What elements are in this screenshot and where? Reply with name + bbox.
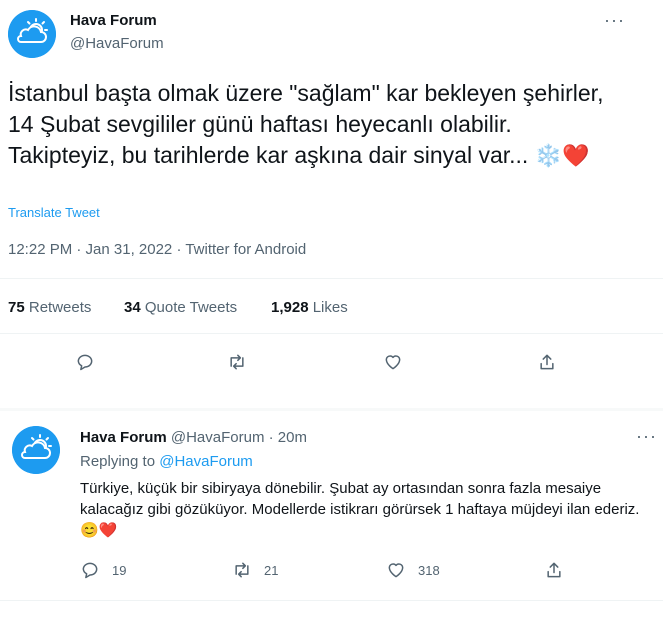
weather-logo-icon [8,10,56,58]
like-icon [388,563,404,578]
reply-share-button[interactable] [544,560,564,580]
likes-label: Likes [312,299,348,316]
reply-reply-button[interactable]: 19 [80,560,126,580]
tweet-timestamp[interactable]: 12:22 PM · Jan 31, 2022 · [8,241,185,258]
retweet-button[interactable] [227,352,247,372]
share-button[interactable] [537,352,557,372]
retweet-count: 21 [264,562,279,578]
reply-more-options-icon[interactable]: ··· [636,426,657,447]
like-icon [385,355,401,370]
retweets-label: Retweets [28,299,92,316]
likes-stat[interactable]: 1,928 Likes [271,299,348,316]
tweet-text: İstanbul başta olmak üzere "sağlam" kar … [8,78,608,171]
quotes-stat[interactable]: 34 Quote Tweets [124,299,237,316]
reply-body: Türkiye, küçük bir sibiryaya dönebilir. … [80,480,640,518]
author-handle[interactable]: @HavaForum [70,35,164,52]
reply-button[interactable] [75,352,95,372]
reply-icon [82,562,98,579]
reply-author-name[interactable]: Hava Forum [80,429,167,446]
avatar[interactable] [8,10,56,58]
translate-link[interactable]: Translate Tweet [8,205,100,220]
share-icon [547,562,561,578]
reply-text: Türkiye, küçük bir sibiryaya dönebilir. … [80,478,640,541]
reply-like-button[interactable]: 318 [386,560,440,580]
share-icon [540,354,554,370]
reply-author-handle[interactable]: @HavaForum [171,429,265,446]
retweets-count: 75 [8,299,25,316]
tweet-body: İstanbul başta olmak üzere "sağlam" kar … [8,80,604,168]
like-button[interactable] [383,352,403,372]
retweet-icon [235,562,249,578]
weather-logo-icon [12,426,60,474]
reply-header: Hava Forum @HavaForum · 20m [80,429,307,446]
quotes-label: Quote Tweets [144,299,238,316]
author-name[interactable]: Hava Forum [70,12,157,29]
reply-retweet-button[interactable]: 21 [232,560,278,580]
smile-heart-emoji: 😊❤️ [80,522,118,539]
replying-label: Replying to [80,453,160,470]
reply-avatar[interactable] [12,426,60,474]
more-options-icon[interactable]: ··· [604,10,625,31]
likes-count: 1,928 [271,299,309,316]
replying-handle-link[interactable]: @HavaForum [159,453,253,470]
reply-count: 19 [112,562,127,578]
divider [0,278,663,279]
like-count: 318 [418,562,440,578]
section-divider [0,408,663,411]
divider [0,600,663,601]
reply-icon [77,354,93,371]
reply-time[interactable]: · 20m [264,429,307,446]
retweets-stat[interactable]: 75 Retweets [8,299,91,316]
divider [0,333,663,334]
quotes-count: 34 [124,299,141,316]
replying-to: Replying to @HavaForum [80,453,253,470]
snowflake-heart-emoji: ❄️❤️ [534,143,590,168]
tweet-client[interactable]: Twitter for Android [185,241,306,258]
tweet-meta: 12:22 PM · Jan 31, 2022 · Twitter for An… [8,241,306,258]
retweet-icon [230,354,244,370]
